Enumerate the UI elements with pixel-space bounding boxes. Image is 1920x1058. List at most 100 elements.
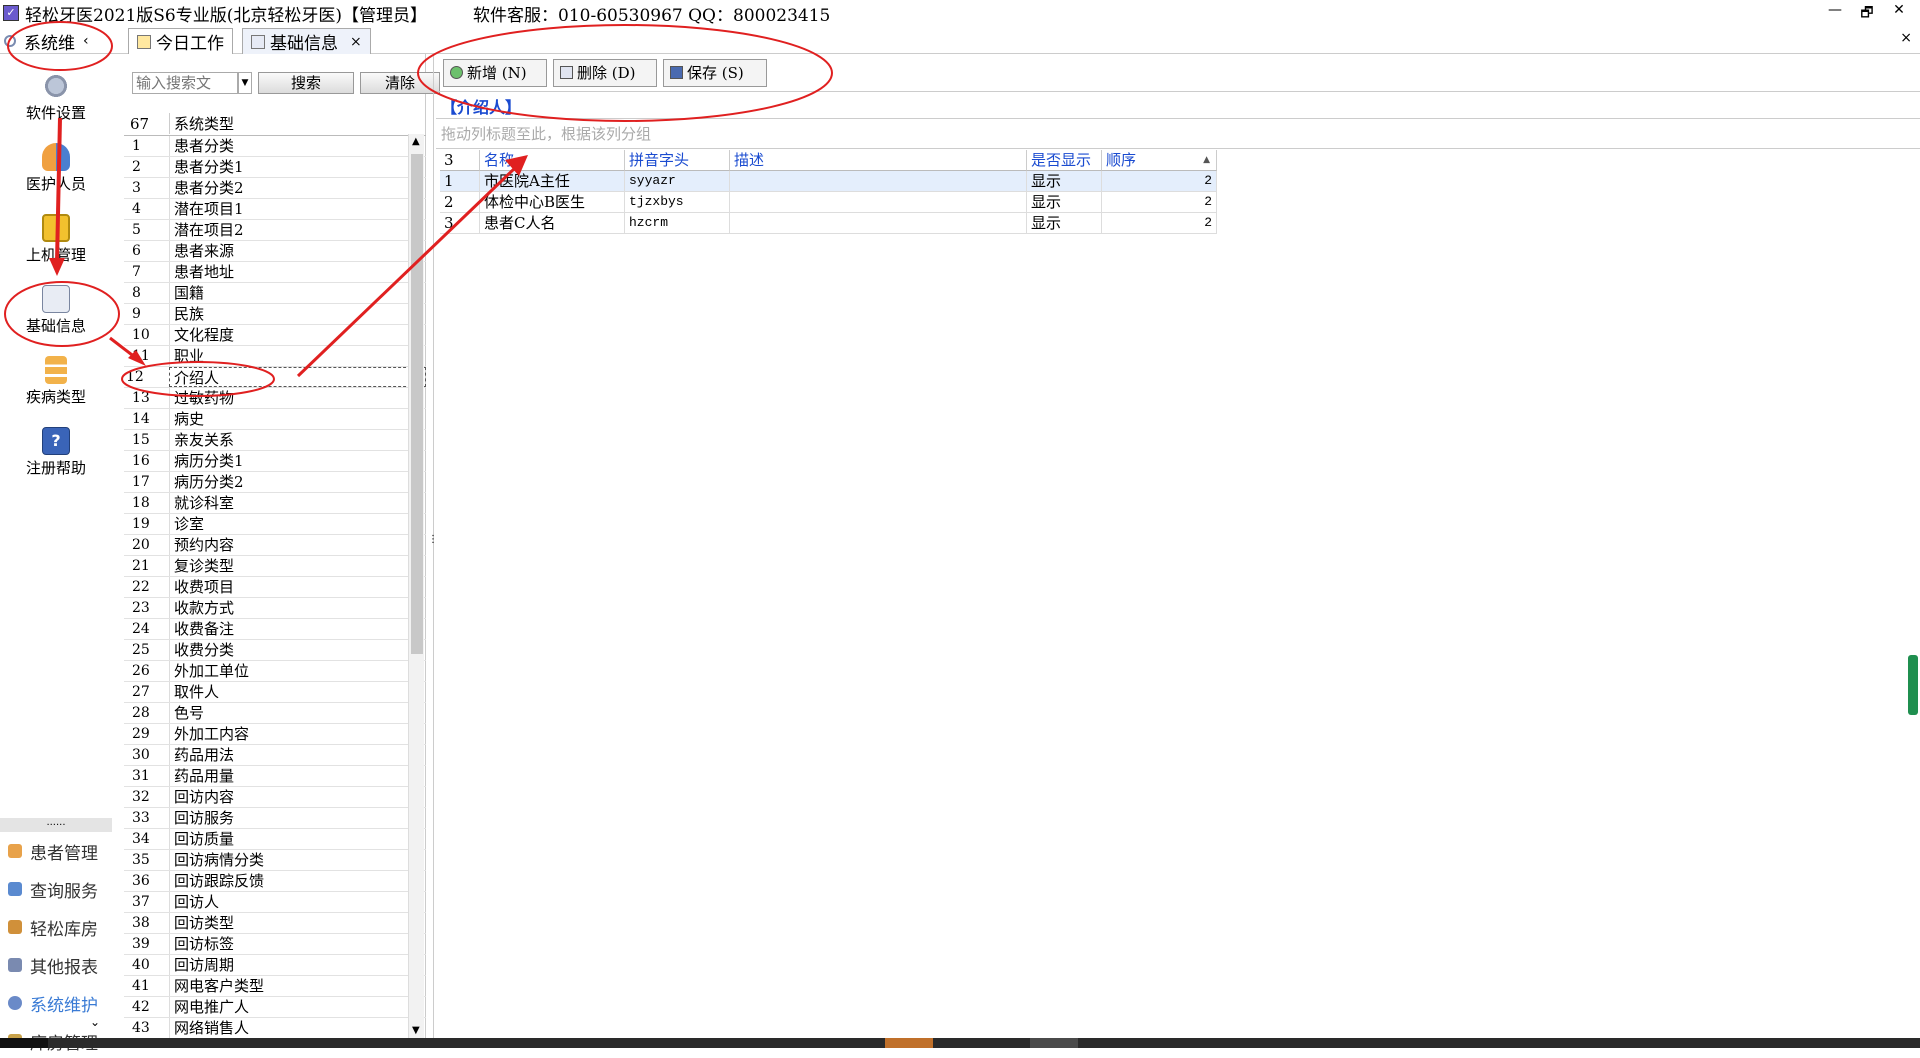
type-row[interactable]: 25 收费分类 <box>124 640 426 661</box>
collapse-chevron-icon[interactable]: ‹ <box>83 33 89 49</box>
type-row[interactable]: 37 回访人 <box>124 892 426 913</box>
type-row[interactable]: 2 患者分类1 <box>124 157 426 178</box>
detail-cell-description[interactable] <box>730 192 1027 213</box>
type-row[interactable]: 20 预约内容 <box>124 535 426 556</box>
close-button[interactable]: ✕ <box>1888 2 1910 26</box>
search-button[interactable]: 搜索 <box>258 72 354 94</box>
nav-easy-warehouse[interactable]: 轻松库房 <box>8 910 98 944</box>
scroll-down-icon[interactable]: ▼ <box>412 1025 420 1036</box>
sidebar-splitter[interactable]: ...... <box>0 818 112 832</box>
type-row[interactable]: 4 潜在项目1 <box>124 199 426 220</box>
type-row[interactable]: 15 亲友关系 <box>124 430 426 451</box>
type-row[interactable]: 38 回访类型 <box>124 913 426 934</box>
type-row[interactable]: 39 回访标签 <box>124 934 426 955</box>
type-row[interactable]: 41 网电客户类型 <box>124 976 426 997</box>
type-row[interactable]: 3 患者分类2 <box>124 178 426 199</box>
tab-close-icon[interactable]: × <box>350 34 362 50</box>
detail-row[interactable]: 1 市医院A主任 syyazr 显示 2 <box>440 171 1217 192</box>
detail-cell-pinyin[interactable]: syyazr <box>625 171 730 192</box>
column-header-visible[interactable]: 是否显示 <box>1027 150 1102 171</box>
detail-cell-pinyin[interactable]: tjzxbys <box>625 192 730 213</box>
type-row[interactable]: 1 患者分类 <box>124 136 426 157</box>
type-row[interactable]: 11 职业 <box>124 346 426 367</box>
type-row[interactable]: 28 色号 <box>124 703 426 724</box>
close-all-tabs-icon[interactable]: × <box>1900 30 1912 46</box>
column-header-pinyin[interactable]: 拼音字头 <box>625 150 730 171</box>
type-row[interactable]: 5 潜在项目2 <box>124 220 426 241</box>
type-row[interactable]: 16 病历分类1 <box>124 451 426 472</box>
type-row[interactable]: 9 民族 <box>124 304 426 325</box>
column-header-name[interactable]: 名称 <box>480 150 625 171</box>
column-header-system-type[interactable]: 系统类型 <box>169 113 426 134</box>
panel-splitter[interactable]: ⋮ <box>428 54 438 1048</box>
new-button[interactable]: 新增 (N) <box>443 58 547 87</box>
type-row[interactable]: 30 药品用法 <box>124 745 426 766</box>
search-input[interactable] <box>132 72 238 94</box>
search-dropdown-icon[interactable]: ▼ <box>238 72 252 94</box>
type-row[interactable]: 32 回访内容 <box>124 787 426 808</box>
sidebar-item-disease-types[interactable]: 疾病类型 <box>0 350 112 418</box>
type-row[interactable]: 12 介绍人 <box>124 367 426 388</box>
type-row[interactable]: 6 患者来源 <box>124 241 426 262</box>
type-row[interactable]: 7 患者地址 <box>124 262 426 283</box>
type-row[interactable]: 42 网电推广人 <box>124 997 426 1018</box>
column-header-order[interactable]: 顺序 ▲ <box>1102 150 1217 171</box>
column-header-description[interactable]: 描述 <box>730 150 1027 171</box>
taskbar-start[interactable] <box>0 1038 48 1048</box>
restore-button[interactable]: 🗗 <box>1856 2 1878 26</box>
type-row[interactable]: 18 就诊科室 <box>124 493 426 514</box>
right-edge-scroll-indicator[interactable] <box>1908 655 1918 715</box>
minimize-button[interactable]: — <box>1824 2 1846 26</box>
detail-cell-visible[interactable]: 显示 <box>1027 192 1102 213</box>
detail-cell-pinyin[interactable]: hzcrm <box>625 213 730 234</box>
type-row[interactable]: 34 回访质量 <box>124 829 426 850</box>
detail-cell-name[interactable]: 市医院A主任 <box>480 171 625 192</box>
type-row[interactable]: 29 外加工内容 <box>124 724 426 745</box>
detail-cell-name[interactable]: 体检中心B医生 <box>480 192 625 213</box>
chevron-down-icon[interactable]: ⌄ <box>90 1015 100 1029</box>
sidebar-item-login-management[interactable]: 上机管理 <box>0 208 112 276</box>
detail-cell-order[interactable]: 2 <box>1102 213 1217 234</box>
nav-query-service[interactable]: 查询服务 <box>8 872 98 906</box>
scroll-up-icon[interactable]: ▲ <box>412 136 420 147</box>
type-row[interactable]: 13 过敏药物 <box>124 388 426 409</box>
tab-basic-info[interactable]: 基础信息 × <box>242 28 371 54</box>
sidebar-item-software-settings[interactable]: 软件设置 <box>0 66 112 134</box>
type-row[interactable]: 24 收费备注 <box>124 619 426 640</box>
save-button[interactable]: 保存 (S) <box>663 58 767 87</box>
detail-cell-visible[interactable]: 显示 <box>1027 171 1102 192</box>
taskbar-app[interactable] <box>885 1038 933 1048</box>
type-row[interactable]: 17 病历分类2 <box>124 472 426 493</box>
nav-other-reports[interactable]: 其他报表 <box>8 948 98 982</box>
type-row[interactable]: 23 收款方式 <box>124 598 426 619</box>
type-row[interactable]: 36 回访跟踪反馈 <box>124 871 426 892</box>
detail-cell-visible[interactable]: 显示 <box>1027 213 1102 234</box>
type-row[interactable]: 40 回访周期 <box>124 955 426 976</box>
type-row[interactable]: 22 收费项目 <box>124 577 426 598</box>
type-row[interactable]: 33 回访服务 <box>124 808 426 829</box>
type-row[interactable]: 14 病史 <box>124 409 426 430</box>
type-row[interactable]: 19 诊室 <box>124 514 426 535</box>
type-row[interactable]: 8 国籍 <box>124 283 426 304</box>
sidebar-item-basic-info[interactable]: 基础信息 <box>0 279 112 347</box>
detail-row[interactable]: 3 患者C人名 hzcrm 显示 2 <box>440 213 1217 234</box>
type-row[interactable]: 10 文化程度 <box>124 325 426 346</box>
type-row[interactable]: 26 外加工单位 <box>124 661 426 682</box>
group-by-hint[interactable]: 拖动列标题至此，根据该列分组 <box>441 122 651 146</box>
delete-button[interactable]: 删除 (D) <box>553 58 657 87</box>
type-row[interactable]: 27 取件人 <box>124 682 426 703</box>
detail-cell-name[interactable]: 患者C人名 <box>480 213 625 234</box>
nav-system-maintenance[interactable]: 系统维护 <box>8 986 98 1020</box>
type-row[interactable]: 35 回访病情分类 <box>124 850 426 871</box>
type-row[interactable]: 31 药品用量 <box>124 766 426 787</box>
detail-row[interactable]: 2 体检中心B医生 tjzxbys 显示 2 <box>440 192 1217 213</box>
detail-cell-order[interactable]: 2 <box>1102 192 1217 213</box>
sidebar-item-staff[interactable]: 医护人员 <box>0 137 112 205</box>
type-list-scrollbar[interactable]: ▲ ▼ <box>408 134 424 1038</box>
detail-cell-order[interactable]: 2 <box>1102 171 1217 192</box>
type-row[interactable]: 21 复诊类型 <box>124 556 426 577</box>
sidebar-item-registration-help[interactable]: ? 注册帮助 <box>0 421 112 489</box>
taskbar-app[interactable] <box>1030 1038 1078 1048</box>
sidebar-header[interactable]: 系统维 ‹ <box>4 28 114 54</box>
detail-cell-description[interactable] <box>730 171 1027 192</box>
